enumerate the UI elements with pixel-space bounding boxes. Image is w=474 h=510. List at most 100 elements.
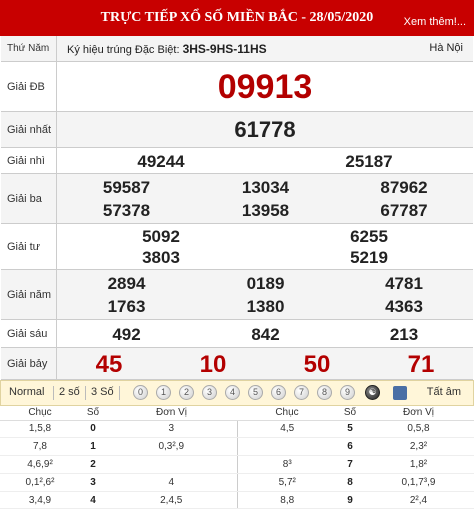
prize-number-tu: 6255 [350, 227, 388, 246]
digit-filter-9[interactable]: 9 [340, 385, 355, 400]
digit-filter-0[interactable]: 0 [133, 385, 148, 400]
prize-row-tu: Giải tư 5092 6255 3803 5219 [1, 224, 473, 270]
prize-row-ba: Giải ba 59587 13034 87962 57378 13958 67… [1, 174, 473, 224]
prize-label-sau: Giải sáu [1, 320, 57, 347]
toolbar-divider [119, 386, 120, 400]
loto-cell-so: 3 [80, 473, 106, 492]
digit-filter-7[interactable]: 7 [294, 385, 309, 400]
prize-label-nam: Giải năm [1, 270, 57, 319]
prize-number-sau: 492 [112, 325, 141, 344]
digit-filter-6[interactable]: 6 [271, 385, 286, 400]
digit-filter-8[interactable]: 8 [317, 385, 332, 400]
loto-header-so: Số [337, 406, 363, 421]
prize-row-db: Giải ĐB 09913 [1, 62, 473, 112]
special-code-prefix: Ký hiệu trúng Đặc Biệt: [67, 44, 180, 56]
yin-yang-icon[interactable]: ☯ [365, 385, 380, 400]
loto-cell-donvi: 4 [106, 473, 238, 492]
prize-number-bay: 71 [407, 351, 435, 378]
prize-row-nam: Giải năm 2894 0189 4781 1763 1380 4363 [1, 270, 473, 320]
loto-cell-so: 7 [337, 455, 363, 474]
prize-number-ba: 13958 [241, 201, 290, 220]
digit-filter-2[interactable]: 2 [179, 385, 194, 400]
loto-cell-chuc: 7,8 [0, 437, 80, 457]
loto-header-so: Số [80, 406, 106, 421]
loto-cell-so: 5 [337, 420, 363, 439]
toolbar-divider [53, 386, 54, 400]
draw-info-row: Thứ Năm Ký hiệu trúng Đặc Biệt: 3HS-9HS-… [1, 36, 473, 62]
loto-header-donvi: Đơn Vị [106, 406, 237, 421]
prize-number-tu: 5092 [142, 227, 180, 246]
prize-number-nhi: 49244 [137, 152, 185, 171]
speaker-icon [393, 386, 407, 400]
loto-cell-donvi: 0,5,8 [363, 420, 474, 439]
prize-row-bay: Giải bảy 45 10 50 71 [1, 348, 473, 380]
loto-cell-chuc [237, 437, 337, 457]
loto-cell-so: 8 [337, 473, 363, 492]
see-more-link[interactable]: Xem thêm!... [404, 16, 466, 28]
loto-cell-so: 1 [80, 437, 106, 457]
loto-cell-so: 2 [80, 455, 106, 474]
loto-cell-chuc: 4,6,9² [0, 455, 80, 474]
loto-row: 3,4,9 4 2,4,5 8,8 9 2²,4 [0, 491, 474, 510]
loto-cell-so: 9 [337, 491, 363, 510]
loto-header-chuc: Chục [237, 406, 337, 421]
prize-label-nhi: Giải nhì [1, 148, 57, 173]
special-code-value: 3HS-9HS-11HS [182, 42, 267, 56]
prize-label-tu: Giải tư [1, 224, 57, 269]
prize-number-nam: 4363 [385, 297, 423, 316]
prize-number-ba: 13034 [241, 178, 290, 197]
prize-number-db: 09913 [217, 68, 313, 106]
loto-header-row: Chục Số Đơn Vị Chục Số Đơn Vị [0, 406, 474, 421]
prize-label-ba: Giải ba [1, 174, 57, 223]
prize-number-bay: 10 [199, 351, 227, 378]
prize-label-db: Giải ĐB [1, 62, 57, 111]
loto-cell-donvi: 2,4,5 [106, 491, 238, 510]
digit-filter-3[interactable]: 3 [202, 385, 217, 400]
prize-row-nhat: Giải nhất 61778 [1, 112, 473, 148]
tab-normal[interactable]: Normal [9, 386, 44, 398]
prize-number-ba: 87962 [380, 178, 428, 197]
loto-cell-donvi: 2,3² [363, 437, 474, 457]
prize-label-nhat: Giải nhất [1, 112, 57, 147]
loto-cell-chuc: 3,4,9 [0, 491, 80, 510]
prize-number-sau: 842 [251, 325, 280, 344]
loto-row: 4,6,9² 2 8³ 7 1,8² [0, 455, 474, 474]
prize-number-bay: 50 [303, 351, 331, 378]
prize-number-ba: 59587 [102, 178, 151, 197]
all-button[interactable]: Tất âm [427, 386, 461, 398]
prize-number-nhi: 25187 [345, 152, 393, 171]
weekday-label: Thứ Năm [1, 36, 57, 61]
loto-header-chuc: Chục [0, 406, 80, 421]
loto-row: 7,8 1 0,3²,9 6 2,3² [0, 437, 474, 457]
loto-cell-chuc: 8,8 [237, 491, 337, 510]
toolbar-divider [85, 386, 86, 400]
digit-filter-5[interactable]: 5 [248, 385, 263, 400]
digit-filter-4[interactable]: 4 [225, 385, 240, 400]
loto-cell-donvi: 3 [106, 420, 238, 439]
prize-label-bay: Giải bảy [1, 348, 57, 379]
tab-2-so[interactable]: 2 số [59, 386, 80, 398]
loto-cell-so: 4 [80, 491, 106, 510]
loto-row: 0,1²,6² 3 4 5,7² 8 0,1,7³,9 [0, 473, 474, 492]
prize-number-nhat: 61778 [234, 117, 296, 142]
city-label: Hà Nội [429, 42, 463, 54]
digit-filter-1[interactable]: 1 [156, 385, 171, 400]
results-header: TRỰC TIẾP XỔ SỐ MIỀN BẮC - 28/05/2020 Xe… [0, 0, 474, 36]
loto-cell-chuc: 8³ [237, 455, 337, 474]
loto-cell-so: 0 [80, 420, 106, 439]
loto-table: Chục Số Đơn Vị Chục Số Đơn Vị 1,5,8 0 3 4,5… [0, 406, 474, 510]
loto-cell-donvi: 0,1,7³,9 [363, 473, 474, 492]
prize-number-nam: 1380 [246, 297, 285, 316]
prize-row-sau: Giải sáu 492 842 213 [1, 320, 473, 348]
loto-cell-donvi: 1,8² [363, 455, 474, 474]
filter-toolbar: Normal 2 số 3 Số 0 1 2 3 4 5 6 7 8 9 ☯ T… [0, 380, 474, 406]
loto-cell-donvi: 0,3²,9 [106, 437, 238, 457]
prize-number-bay: 45 [95, 351, 123, 378]
loto-cell-chuc: 1,5,8 [0, 420, 80, 439]
loto-cell-donvi [106, 455, 238, 474]
loto-cell-chuc: 5,7² [237, 473, 337, 492]
loto-cell-chuc: 4,5 [237, 420, 337, 439]
prize-number-tu: 5219 [350, 248, 388, 267]
tab-3-so[interactable]: 3 Số [91, 386, 114, 398]
loto-row: 1,5,8 0 3 4,5 5 0,5,8 [0, 420, 474, 439]
